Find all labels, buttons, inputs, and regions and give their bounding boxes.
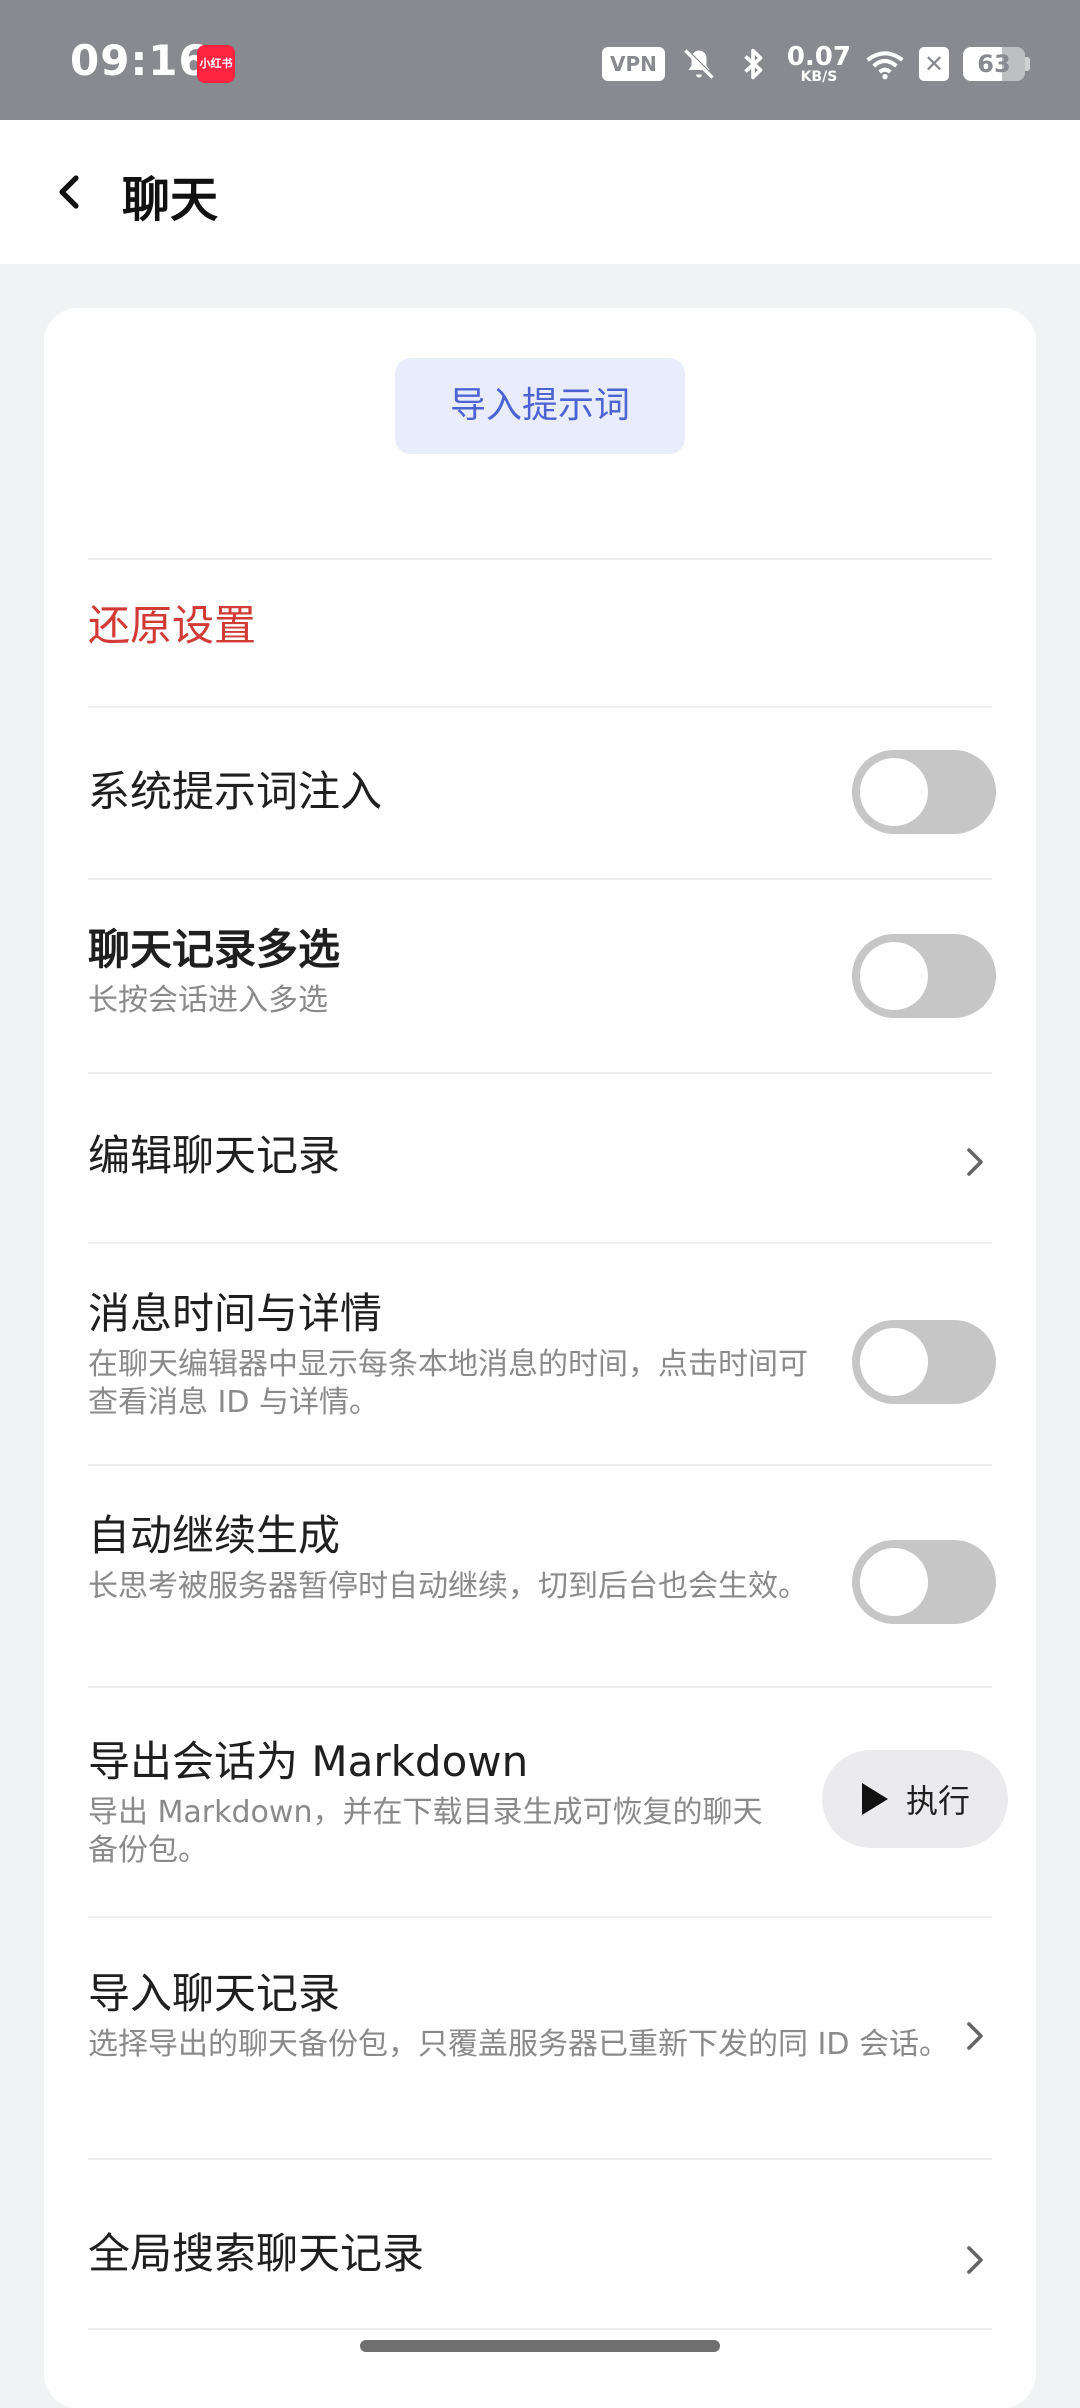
setting-row-system-prompt-inject: 系统提示词注入: [88, 706, 996, 878]
chevron-right-icon: [960, 1142, 990, 1182]
setting-title: 全局搜索聊天记录: [88, 2229, 425, 2278]
setting-title: 系统提示词注入: [88, 767, 383, 816]
setting-row-edit-chat-history[interactable]: 编辑聊天记录: [88, 1072, 992, 1242]
app-header: 聊天: [0, 120, 1080, 264]
app-notification-icon: 小红书: [197, 45, 235, 83]
setting-row-chat-multiselect: 聊天记录多选 长按会话进入多选: [88, 878, 996, 1072]
vpn-icon: VPN: [601, 47, 665, 81]
chevron-right-icon: [960, 2016, 990, 2056]
setting-row-message-time-details: 消息时间与详情 在聊天编辑器中显示每条本地消息的时间，点击时间可查看消息 ID …: [88, 1242, 996, 1464]
back-button[interactable]: [38, 162, 98, 222]
status-icons: VPN 0.07 KB/S ✕ 63: [601, 40, 1030, 88]
home-indicator[interactable]: [360, 2340, 720, 2352]
toggle-knob: [860, 758, 928, 826]
mute-bell-icon: [679, 44, 719, 84]
network-speed: 0.07 KB/S: [787, 44, 851, 84]
status-time: 09:16: [70, 36, 209, 85]
status-bar: 09:16 小红书 VPN 0.07 KB/S ✕ 63: [0, 0, 1080, 120]
chat-multiselect-toggle[interactable]: [852, 934, 996, 1018]
network-speed-value: 0.07: [786, 42, 851, 72]
settings-card: 导入提示词 还原设置 系统提示词注入 聊天记录多选 长按会话进入多选 编辑聊天记…: [44, 308, 1036, 2408]
battery-level-text: 63: [977, 50, 1011, 78]
wifi-icon: [865, 44, 905, 84]
setting-row-import-chat-history[interactable]: 导入聊天记录 选择导出的聊天备份包，只覆盖服务器已重新下发的同 ID 会话。: [88, 1916, 992, 2158]
page-title: 聊天: [122, 172, 219, 228]
battery-cap: [1025, 57, 1030, 71]
message-time-details-toggle[interactable]: [852, 1320, 996, 1404]
reset-settings-label: 还原设置: [88, 601, 257, 650]
toggle-knob: [860, 942, 928, 1010]
setting-subtitle: 长思考被服务器暂停时自动继续，切到后台也会生效。: [88, 1569, 808, 1604]
battery-body: 63: [963, 47, 1025, 81]
reset-settings-row[interactable]: 还原设置: [88, 600, 992, 652]
setting-row-export-markdown: 导出会话为 Markdown 导出 Markdown，并在下载目录生成可恢复的聊…: [88, 1686, 1008, 1916]
toggle-knob: [860, 1328, 928, 1396]
chevron-left-icon: [59, 175, 79, 209]
setting-row-auto-continue: 自动继续生成 长思考被服务器暂停时自动继续，切到后台也会生效。: [88, 1464, 996, 1686]
import-prompt-button[interactable]: 导入提示词: [395, 358, 685, 454]
setting-title: 消息时间与详情: [88, 1289, 383, 1338]
network-speed-unit: KB/S: [800, 69, 838, 85]
execute-button[interactable]: 执行: [822, 1750, 1008, 1848]
setting-title: 导入聊天记录: [88, 1969, 341, 2018]
battery-icon: 63: [963, 47, 1030, 81]
setting-subtitle: 选择导出的聊天备份包，只覆盖服务器已重新下发的同 ID 会话。: [88, 2027, 950, 2062]
execute-button-label: 执行: [905, 1782, 970, 1820]
toggle-knob: [860, 1548, 928, 1616]
setting-subtitle: 在聊天编辑器中显示每条本地消息的时间，点击时间可查看消息 ID 与详情。: [88, 1347, 808, 1420]
bluetooth-icon: [733, 44, 773, 84]
setting-subtitle: 导出 Markdown，并在下载目录生成可恢复的聊天备份包。: [88, 1795, 763, 1868]
divider: [88, 2328, 992, 2330]
setting-title: 导出会话为 Markdown: [88, 1737, 529, 1786]
system-prompt-inject-toggle[interactable]: [852, 750, 996, 834]
play-icon: [861, 1783, 888, 1815]
setting-title: 自动继续生成: [88, 1511, 341, 1560]
sim-off-icon: ✕: [919, 47, 949, 81]
setting-title: 编辑聊天记录: [88, 1131, 341, 1180]
auto-continue-toggle[interactable]: [852, 1540, 996, 1624]
setting-title: 聊天记录多选: [88, 925, 341, 974]
setting-subtitle: 长按会话进入多选: [88, 983, 328, 1018]
chevron-right-icon: [960, 2240, 990, 2280]
setting-row-global-search[interactable]: 全局搜索聊天记录: [88, 2158, 992, 2328]
divider: [88, 558, 992, 560]
